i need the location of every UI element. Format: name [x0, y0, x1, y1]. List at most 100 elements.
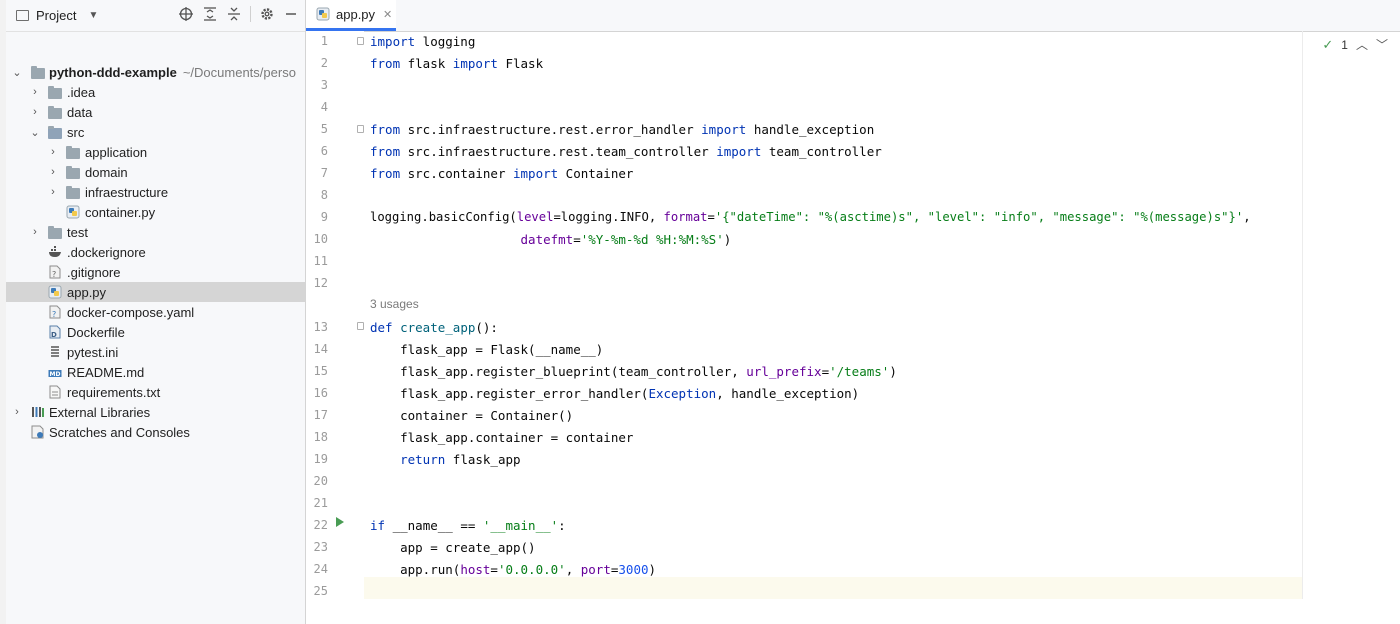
- line-number: 11: [313, 254, 328, 268]
- collapse-all-icon[interactable]: [226, 6, 242, 22]
- code-editor[interactable]: import logging from flask import Flask f…: [364, 31, 1400, 624]
- tree-item-label: src: [67, 124, 85, 140]
- project-panel: Project ▼ ⌄ python-ddd-example ~/Document…: [6, 0, 306, 624]
- tab-label: app.py: [336, 6, 376, 22]
- tree-item-label: Scratches and Consoles: [49, 424, 190, 440]
- svg-text:?: ?: [52, 270, 56, 279]
- line-number: 6: [320, 144, 328, 158]
- code-line-14: flask_app = Flask(__name__): [370, 342, 604, 357]
- editor-tab-bar: app.py ✕: [306, 0, 1400, 32]
- line-number: 21: [313, 496, 328, 510]
- ini-file-icon: [47, 344, 63, 360]
- tree-item-external-libraries[interactable]: › External Libraries: [6, 402, 305, 422]
- tree-root-path: ~/Documents/perso: [182, 64, 296, 80]
- code-line-22: if __name__ == '__main__':: [370, 518, 566, 533]
- tree-item-app-py[interactable]: app.py: [6, 282, 305, 302]
- tree-item-test[interactable]: › test: [6, 222, 305, 242]
- tree-root[interactable]: ⌄ python-ddd-example ~/Documents/perso: [6, 62, 305, 82]
- tree-item-container-py[interactable]: container.py: [6, 202, 305, 222]
- tree-item-label: .gitignore: [67, 264, 121, 280]
- yaml-file-icon: ?: [47, 304, 63, 320]
- tree-item-gitignore[interactable]: ? .gitignore: [6, 262, 305, 282]
- tree-item-data[interactable]: › data: [6, 102, 305, 122]
- fold-icon[interactable]: [357, 322, 364, 330]
- tree-item-label: infraestructure: [85, 184, 169, 200]
- code-line-5: from src.infraestructure.rest.error_hand…: [370, 122, 875, 137]
- chevron-right-icon[interactable]: ›: [48, 186, 58, 198]
- hide-panel-icon[interactable]: [283, 6, 299, 22]
- fold-icon[interactable]: [357, 37, 364, 45]
- usages-hint[interactable]: 3 usages: [370, 297, 419, 311]
- svg-text:MD: MD: [50, 371, 61, 378]
- tree-item-dockerignore[interactable]: .dockerignore: [6, 242, 305, 262]
- gear-icon[interactable]: [259, 6, 275, 22]
- line-number: 23: [313, 540, 328, 554]
- line-number: 15: [313, 364, 328, 378]
- tree-item-label: .dockerignore: [67, 244, 146, 260]
- project-panel-title[interactable]: Project: [36, 8, 76, 23]
- tree-item-label: application: [85, 144, 148, 160]
- tree-item-infraestructure[interactable]: › infraestructure: [6, 182, 305, 202]
- chevron-down-icon[interactable]: ⌄: [12, 66, 22, 79]
- line-number: 13: [313, 320, 328, 334]
- chevron-right-icon[interactable]: ›: [48, 166, 58, 178]
- tree-item-requirements[interactable]: requirements.txt: [6, 382, 305, 402]
- code-line-2: from flask import Flask: [370, 56, 544, 71]
- editor-gutter: 1 2 3 4 5 6 7 8 9 10 11 12 13 14 15 16 1…: [306, 31, 364, 624]
- line-number: 25: [313, 584, 328, 598]
- python-file-icon: [316, 7, 330, 21]
- chevron-right-icon[interactable]: ›: [30, 86, 40, 98]
- code-line-9: logging.basicConfig(level=logging.INFO, …: [370, 210, 1251, 224]
- tree-item-pytest-ini[interactable]: pytest.ini: [6, 342, 305, 362]
- tree-item-label: docker-compose.yaml: [67, 304, 195, 320]
- chevron-right-icon[interactable]: ›: [12, 406, 22, 418]
- tree-item-label: pytest.ini: [67, 344, 119, 360]
- chevron-right-icon[interactable]: ›: [30, 106, 40, 118]
- chevron-down-icon[interactable]: ⌄: [30, 126, 40, 139]
- line-number: 20: [313, 474, 328, 488]
- tree-item-idea[interactable]: › .idea: [6, 82, 305, 102]
- folder-icon: [47, 84, 63, 100]
- tree-item-label: requirements.txt: [67, 384, 161, 400]
- line-number: 4: [320, 100, 328, 114]
- python-file-icon: [65, 204, 81, 220]
- line-number: 12: [313, 276, 328, 290]
- tree-root-label: python-ddd-example: [49, 64, 177, 80]
- chevron-right-icon[interactable]: ›: [48, 146, 58, 158]
- line-number: 2: [320, 56, 328, 70]
- code-line-6: from src.infraestructure.rest.team_contr…: [370, 144, 882, 159]
- close-icon[interactable]: ✕: [383, 8, 392, 21]
- code-line-1: import logging: [370, 34, 476, 49]
- line-number: 17: [313, 408, 328, 422]
- line-number: 10: [313, 232, 328, 246]
- folder-icon: [65, 144, 81, 160]
- run-icon[interactable]: [336, 517, 344, 527]
- tree-item-scratches[interactable]: Scratches and Consoles: [6, 422, 305, 442]
- line-number: 18: [313, 430, 328, 444]
- expand-all-icon[interactable]: [202, 6, 218, 22]
- tree-item-label: Dockerfile: [67, 324, 125, 340]
- tree-item-domain[interactable]: › domain: [6, 162, 305, 182]
- project-view-icon: [16, 10, 29, 21]
- chevron-right-icon[interactable]: ›: [30, 226, 40, 238]
- fold-icon[interactable]: [357, 125, 364, 133]
- scratches-icon: [30, 424, 46, 440]
- line-number: 19: [313, 452, 328, 466]
- svg-text:?: ?: [52, 310, 56, 319]
- libraries-icon: [30, 404, 46, 420]
- tree-item-docker-compose[interactable]: ? docker-compose.yaml: [6, 302, 305, 322]
- folder-icon: [47, 224, 63, 240]
- tree-item-src[interactable]: ⌄ src: [6, 122, 305, 142]
- docker-icon: [47, 244, 63, 260]
- chevron-down-icon[interactable]: ▼: [88, 10, 98, 21]
- tree-item-dockerfile[interactable]: D Dockerfile: [6, 322, 305, 342]
- locate-icon[interactable]: [178, 6, 194, 22]
- line-number: 9: [320, 210, 328, 224]
- tree-item-readme[interactable]: MD README.md: [6, 362, 305, 382]
- tab-app-py[interactable]: app.py ✕: [306, 0, 396, 31]
- tree-item-application[interactable]: › application: [6, 142, 305, 162]
- line-number: 3: [320, 78, 328, 92]
- line-number: 7: [320, 166, 328, 180]
- gitignore-file-icon: ?: [47, 264, 63, 280]
- code-line-16: flask_app.register_error_handler(Excepti…: [370, 386, 860, 401]
